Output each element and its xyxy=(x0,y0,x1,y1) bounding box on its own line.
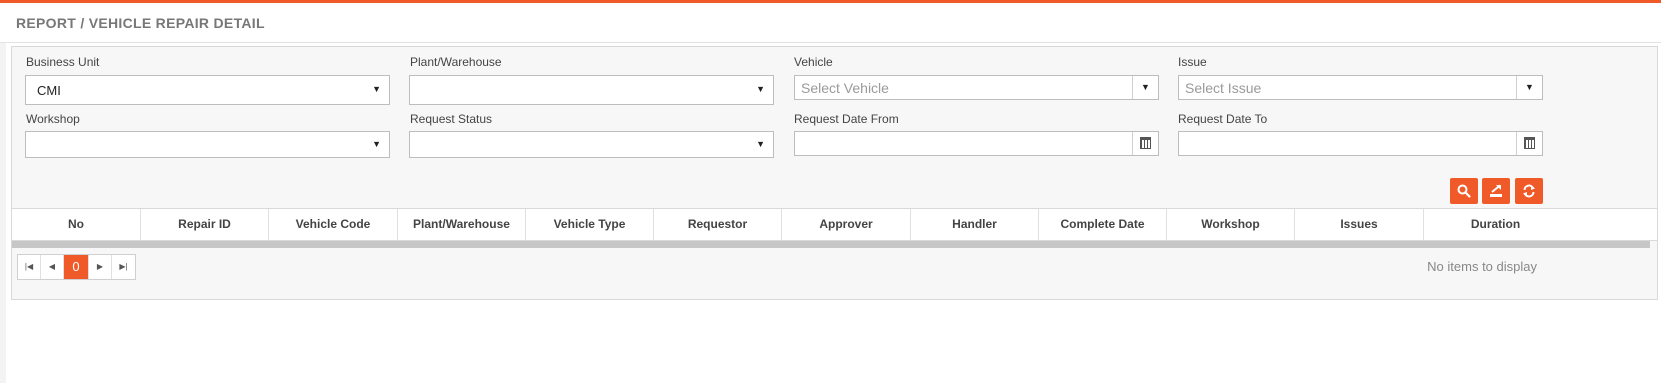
request-date-from-label: Request Date From xyxy=(794,112,899,126)
page-header: REPORT / VEHICLE REPAIR DETAIL xyxy=(0,3,1661,43)
export-button[interactable] xyxy=(1482,178,1510,204)
column-header-no[interactable]: No xyxy=(12,209,141,240)
issue-combobox[interactable]: Select Issue ▼ xyxy=(1178,75,1543,100)
vehicle-label: Vehicle xyxy=(794,55,833,69)
request-date-from-input[interactable] xyxy=(794,131,1159,156)
column-header-complete-date[interactable]: Complete Date xyxy=(1039,209,1167,240)
calendar-icon xyxy=(1524,137,1535,149)
issue-dropdown-button[interactable]: ▼ xyxy=(1516,76,1542,99)
workshop-select[interactable]: ▼ xyxy=(25,131,390,158)
calendar-icon xyxy=(1140,137,1151,149)
refresh-icon xyxy=(1523,184,1535,198)
search-button[interactable] xyxy=(1450,178,1478,204)
chevron-down-icon: ▼ xyxy=(372,139,381,149)
column-header-vehicle-code[interactable]: Vehicle Code xyxy=(269,209,398,240)
left-strip xyxy=(0,43,6,383)
search-icon xyxy=(1457,184,1471,198)
chevron-down-icon: ▼ xyxy=(756,139,765,149)
column-header-workshop[interactable]: Workshop xyxy=(1167,209,1295,240)
last-page-button[interactable]: ▶| xyxy=(112,255,135,279)
request-status-label: Request Status xyxy=(410,112,493,126)
horizontal-scrollbar[interactable] xyxy=(12,241,1650,248)
plant-warehouse-label: Plant/Warehouse xyxy=(410,55,502,69)
business-unit-select[interactable]: CMI ▼ xyxy=(25,75,390,105)
vehicle-placeholder: Select Vehicle xyxy=(801,80,889,96)
date-to-picker-button[interactable] xyxy=(1516,132,1542,155)
date-from-picker-button[interactable] xyxy=(1132,132,1158,155)
request-date-to-label: Request Date To xyxy=(1178,112,1268,126)
column-header-issues[interactable]: Issues xyxy=(1295,209,1424,240)
column-header-handler[interactable]: Handler xyxy=(911,209,1039,240)
column-header-approver[interactable]: Approver xyxy=(782,209,911,240)
pager-status: No items to display xyxy=(1427,259,1537,274)
workshop-label: Workshop xyxy=(26,112,80,126)
request-status-select[interactable]: ▼ xyxy=(409,131,774,158)
next-page-button[interactable]: ▶ xyxy=(89,255,112,279)
page-title: REPORT / VEHICLE REPAIR DETAIL xyxy=(16,15,265,31)
column-header-duration[interactable]: Duration xyxy=(1424,209,1567,240)
first-page-button[interactable]: |◀ xyxy=(18,255,41,279)
chevron-down-icon: ▼ xyxy=(372,84,381,94)
export-icon xyxy=(1490,184,1502,197)
previous-page-button[interactable]: ◀ xyxy=(41,255,64,279)
column-header-vehicle-type[interactable]: Vehicle Type xyxy=(526,209,654,240)
current-page-number[interactable]: 0 xyxy=(64,255,89,279)
pager: |◀ ◀ 0 ▶ ▶| xyxy=(17,254,136,280)
column-header-requestor[interactable]: Requestor xyxy=(654,209,782,240)
business-unit-value: CMI xyxy=(37,83,61,98)
request-date-to-input[interactable] xyxy=(1178,131,1543,156)
issue-label: Issue xyxy=(1178,55,1207,69)
issue-placeholder: Select Issue xyxy=(1185,80,1262,96)
column-header-plant-warehouse[interactable]: Plant/Warehouse xyxy=(398,209,526,240)
column-header-repair-id[interactable]: Repair ID xyxy=(141,209,269,240)
grid-header: No Repair ID Vehicle Code Plant/Warehous… xyxy=(12,208,1657,241)
business-unit-label: Business Unit xyxy=(26,55,100,69)
refresh-button[interactable] xyxy=(1515,178,1543,204)
chevron-down-icon: ▼ xyxy=(756,84,765,94)
chevron-down-icon: ▼ xyxy=(1141,82,1150,92)
chevron-down-icon: ▼ xyxy=(1525,82,1534,92)
plant-warehouse-select[interactable]: ▼ xyxy=(409,75,774,105)
vehicle-dropdown-button[interactable]: ▼ xyxy=(1132,76,1158,99)
vehicle-combobox[interactable]: Select Vehicle ▼ xyxy=(794,75,1159,100)
